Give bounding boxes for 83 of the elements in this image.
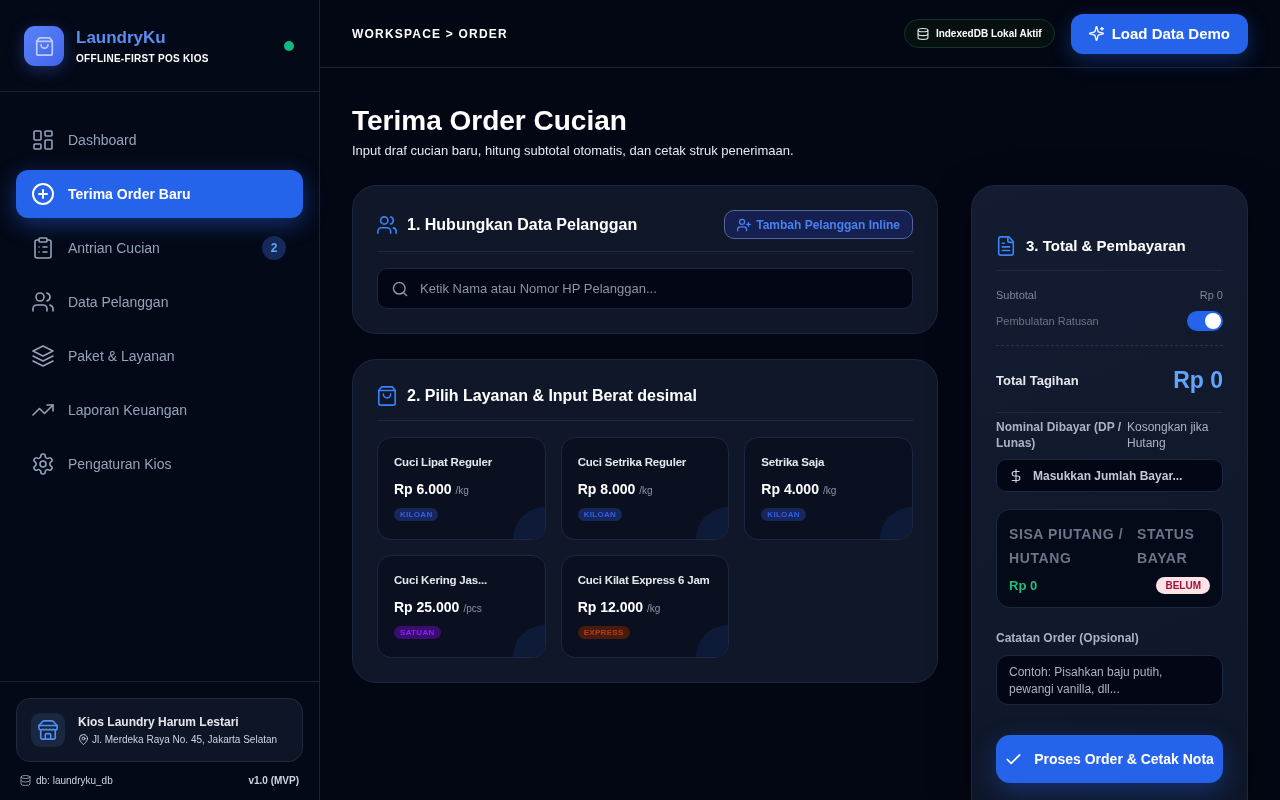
document-icon bbox=[996, 236, 1016, 256]
bag-icon bbox=[24, 26, 64, 66]
service-name: Cuci Kilat Express 6 Jam bbox=[577, 573, 710, 588]
bag-icon bbox=[377, 386, 397, 406]
store-address: Jl. Merdeka Raya No. 45, Jakarta Selatan bbox=[92, 732, 278, 746]
layers-icon bbox=[32, 345, 54, 367]
app-tagline: OFFLINE-FIRST POS KIOS bbox=[76, 52, 209, 65]
nav-item[interactable]: Pengaturan Kios bbox=[16, 440, 303, 488]
service-card[interactable]: Cuci Setrika Reguler Rp 8.000 /kg KILOAN bbox=[560, 437, 730, 540]
section-title: 2. Pilih Layanan & Input Berat desimal bbox=[407, 386, 697, 406]
subtotal-value: Rp 0 bbox=[1199, 288, 1223, 303]
app-name: LaundryKu bbox=[76, 27, 166, 48]
category-tag: KILOAN bbox=[394, 508, 439, 521]
service-card[interactable]: Setrika Saja Rp 4.000 /kg KILOAN bbox=[744, 437, 913, 540]
balance-value: Rp 0 bbox=[1009, 578, 1038, 593]
subtotal-label: Subtotal bbox=[996, 288, 1037, 303]
dollar-icon bbox=[1009, 468, 1023, 483]
service-card[interactable]: Cuci Kilat Express 6 Jam Rp 12.000 /kg EXPRESS bbox=[560, 555, 730, 658]
category-tag: KILOAN bbox=[577, 508, 623, 521]
notes-label: Catatan Order (Opsional) bbox=[996, 630, 1140, 646]
plus-circle-icon bbox=[32, 183, 54, 205]
storage-status-text: IndexedDB Lokal Aktif bbox=[935, 28, 1042, 39]
nav-item[interactable]: Dashboard bbox=[16, 116, 303, 164]
service-unit: /kg bbox=[822, 485, 837, 496]
settings-icon bbox=[32, 453, 54, 475]
nav-item[interactable]: Terima Order Baru bbox=[16, 170, 303, 218]
count-badge: 2 bbox=[262, 236, 286, 260]
breadcrumb: WORKSPACE > ORDER bbox=[352, 26, 508, 41]
service-unit: /kg bbox=[639, 485, 653, 496]
status-label: STATUS BAYAR bbox=[1137, 525, 1196, 568]
service-unit: /pcs bbox=[463, 603, 482, 614]
category-tag: EXPRESS bbox=[577, 626, 630, 639]
service-card[interactable]: Cuci Kering Jas... Rp 25.000 /pcs SATUAN bbox=[377, 555, 546, 658]
paid-hint: Kosongkan jika Hutang bbox=[1127, 419, 1210, 451]
balance-label: SISA PIUTANG / HUTANG bbox=[1009, 525, 1125, 568]
page-subtitle: Input draf cucian baru, hitung subtotal otomatis, dan cetak struk penerimaan. bbox=[352, 142, 795, 160]
service-name: Cuci Setrika Reguler bbox=[577, 455, 687, 470]
store-icon bbox=[31, 713, 65, 747]
total-label: Total Tagihan bbox=[996, 372, 1079, 388]
nav-item[interactable]: Antrian Cucian 2 bbox=[16, 224, 303, 272]
grid-icon bbox=[32, 129, 54, 151]
store-name: Kios Laundry Harum Lestari bbox=[78, 714, 240, 730]
service-price: Rp 25.000 bbox=[394, 599, 460, 616]
service-price: Rp 6.000 bbox=[394, 481, 452, 498]
search-field[interactable]: Ketik Nama atau Nomor HP Pelanggan... bbox=[377, 268, 913, 309]
service-price: Rp 4.000 bbox=[761, 481, 819, 498]
page-title: Terima Order Cucian bbox=[352, 104, 628, 138]
nav-item[interactable]: Laporan Keuangan bbox=[16, 386, 303, 434]
service-unit: /kg bbox=[455, 485, 469, 496]
submit-order-button[interactable]: Proses Order & Cetak Nota bbox=[996, 735, 1223, 783]
category-tag: KILOAN bbox=[761, 508, 806, 521]
user-plus-icon bbox=[737, 217, 752, 232]
paid-label: Nominal Dibayar (DP / Lunas) bbox=[996, 419, 1123, 451]
rounding-label: Pembulatan Ratusan bbox=[996, 315, 1099, 327]
search-icon bbox=[392, 280, 408, 297]
status-badge: BELUM bbox=[1156, 577, 1210, 594]
service-price: Rp 8.000 bbox=[577, 481, 636, 498]
clipboard-icon bbox=[32, 237, 54, 259]
load-demo-button[interactable]: Load Data Demo bbox=[1070, 13, 1248, 54]
users-icon bbox=[377, 214, 397, 235]
section-title: 1. Hubungkan Data Pelanggan bbox=[407, 214, 638, 235]
service-name: Setrika Saja bbox=[761, 455, 825, 470]
database-icon bbox=[20, 775, 31, 786]
service-price: Rp 12.000 bbox=[577, 599, 644, 616]
section-title: 3. Total & Pembayaran bbox=[1026, 236, 1186, 256]
total-value: Rp 0 bbox=[1173, 366, 1223, 394]
service-name: Cuci Kering Jas... bbox=[394, 573, 487, 588]
map-pin-icon bbox=[78, 733, 89, 745]
database-name: db: laundryku_db bbox=[36, 775, 113, 786]
nav-item[interactable]: Paket & Layanan bbox=[16, 332, 303, 380]
notes-field[interactable]: Contoh: Pisahkan baju putih, pewangi vanilla, dll... bbox=[996, 655, 1223, 705]
rounding-toggle[interactable] bbox=[1187, 311, 1223, 331]
users-icon bbox=[32, 291, 54, 313]
nav-item[interactable]: Data Pelanggan bbox=[16, 278, 303, 326]
service-name: Cuci Lipat Reguler bbox=[394, 455, 492, 470]
category-tag: SATUAN bbox=[394, 626, 441, 639]
add-customer-button[interactable]: Tambah Pelanggan Inline bbox=[724, 210, 913, 239]
amount-field[interactable]: Masukkan Jumlah Bayar... bbox=[996, 459, 1223, 492]
service-card[interactable]: Cuci Lipat Reguler Rp 6.000 /kg KILOAN bbox=[377, 437, 546, 540]
database-icon bbox=[916, 27, 929, 40]
sparkle-icon bbox=[1088, 26, 1104, 41]
service-unit: /kg bbox=[647, 603, 661, 614]
version-label: v1.0 (MVP) bbox=[248, 775, 299, 786]
